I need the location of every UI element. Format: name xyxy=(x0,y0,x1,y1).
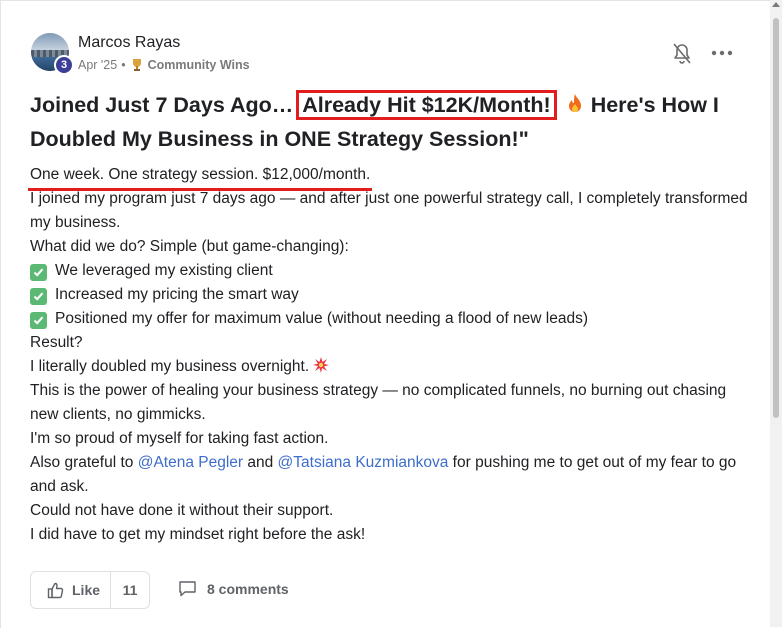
post-card: 3 Marcos Rayas Apr '25 • Community Wins … xyxy=(0,0,771,628)
check-item: Positioned my offer for maximum value (w… xyxy=(30,307,750,331)
post-date[interactable]: Apr '25 xyxy=(78,58,117,72)
more-horizontal-icon[interactable] xyxy=(711,45,733,61)
post-body: One week. One strategy session. $12,000/… xyxy=(27,163,750,547)
scroll-up-arrow-icon[interactable] xyxy=(772,2,780,7)
paragraph-mentions: Also grateful to @Atena Pegler and @Tats… xyxy=(30,454,737,495)
community-link[interactable]: Community Wins xyxy=(148,58,250,72)
paragraph: What did we do? Simple (but game-changin… xyxy=(30,238,349,255)
thumbs-up-icon xyxy=(47,582,64,598)
meta-separator: • xyxy=(121,58,126,72)
like-button[interactable]: Like xyxy=(31,572,111,608)
mention-link[interactable]: @Atena Pegler xyxy=(138,454,243,471)
check-box-icon xyxy=(30,288,47,305)
level-badge: 3 xyxy=(54,55,74,75)
paragraph: Result? xyxy=(30,334,83,351)
check-box-icon xyxy=(30,264,47,281)
comments-button[interactable]: 8 comments xyxy=(178,580,289,597)
comments-label: 8 comments xyxy=(207,580,289,597)
collision-icon xyxy=(313,357,330,373)
paragraph: This is the power of healing your busine… xyxy=(30,382,727,423)
scrollbar[interactable] xyxy=(770,0,782,627)
comment-icon xyxy=(179,581,196,597)
author-name[interactable]: Marcos Rayas xyxy=(78,34,180,52)
check-item: We leveraged my existing client xyxy=(30,259,750,283)
post-title: Joined Just 7 Days Ago… Already Hit $12K… xyxy=(30,88,740,156)
title-highlight: Already Hit $12K/Month! xyxy=(296,90,557,120)
like-label: Like xyxy=(72,582,101,598)
check-box-icon xyxy=(30,312,47,329)
paragraph-result: I literally doubled my business overnigh… xyxy=(30,355,750,379)
paragraph: I joined my program just 7 days ago — an… xyxy=(30,190,748,231)
title-part1: Joined Just 7 Days Ago… xyxy=(30,93,300,117)
lead-line: One week. One strategy session. $12,000/… xyxy=(27,163,373,191)
scroll-thumb[interactable] xyxy=(773,18,779,418)
post-meta: Apr '25 • Community Wins xyxy=(78,58,250,72)
paragraph: I did have to get my mindset right befor… xyxy=(30,526,366,543)
like-count[interactable]: 11 xyxy=(111,582,149,598)
trophy-icon xyxy=(132,59,141,71)
check-item: Increased my pricing the smart way xyxy=(30,283,750,307)
paragraph: I'm so proud of myself for taking fast a… xyxy=(30,430,329,447)
mention-link[interactable]: @Tatsiana Kuzmiankova xyxy=(278,454,449,471)
bell-off-icon[interactable] xyxy=(672,43,692,65)
fire-icon xyxy=(568,94,581,112)
like-button-group: Like 11 xyxy=(30,571,150,609)
paragraph: Could not have done it without their sup… xyxy=(30,502,334,519)
